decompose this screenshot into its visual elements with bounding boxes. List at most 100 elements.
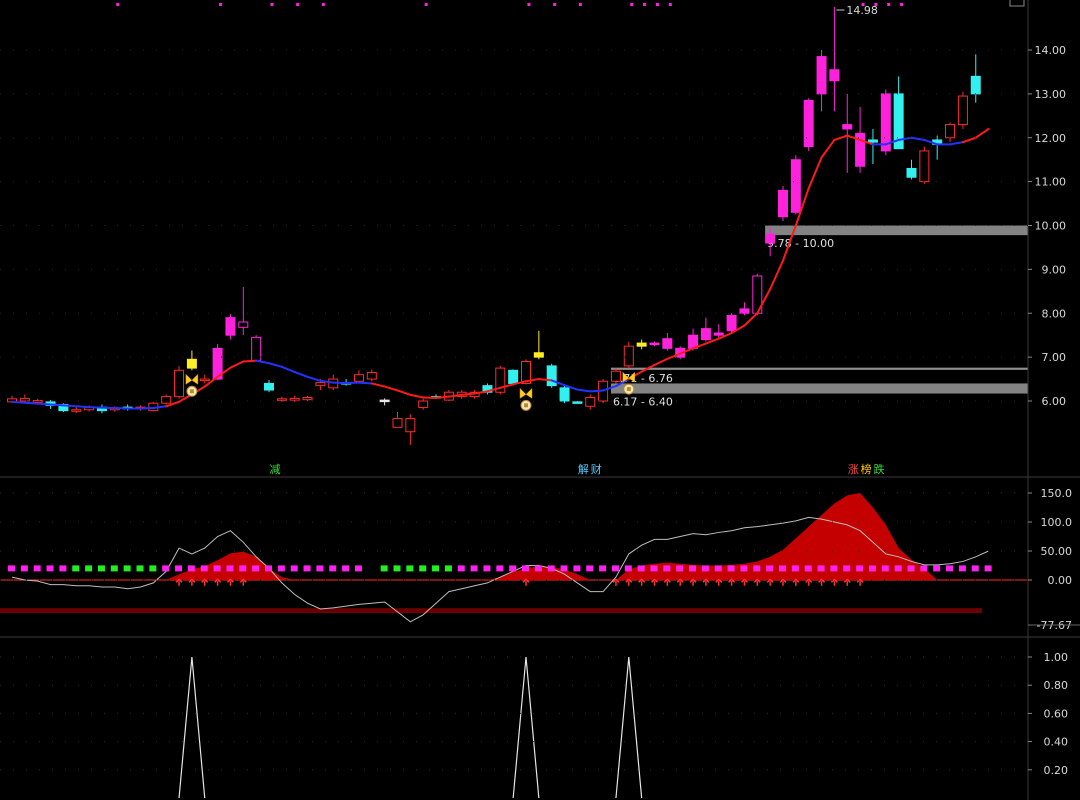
ma-line-segment xyxy=(409,393,425,399)
candle[interactable] xyxy=(264,379,274,393)
candle[interactable] xyxy=(405,414,416,445)
candle[interactable] xyxy=(379,398,390,406)
candle[interactable] xyxy=(623,341,634,369)
candle[interactable] xyxy=(700,317,711,342)
candle[interactable] xyxy=(199,374,210,384)
ma-line-segment xyxy=(974,127,990,139)
signal-label[interactable]: 榜 xyxy=(861,462,872,476)
magenta-block xyxy=(8,565,15,572)
magenta-block xyxy=(946,565,954,572)
candle[interactable] xyxy=(71,407,82,414)
candle[interactable] xyxy=(649,341,660,347)
candle[interactable] xyxy=(225,314,236,340)
candle[interactable] xyxy=(970,54,981,103)
magenta-block xyxy=(984,565,992,572)
candle[interactable] xyxy=(572,401,583,404)
ma-line-segment xyxy=(435,395,450,399)
candle[interactable] xyxy=(778,186,788,222)
candle-body xyxy=(610,370,621,382)
candle[interactable] xyxy=(289,395,300,402)
candle[interactable] xyxy=(161,394,172,405)
ma-line-segment xyxy=(820,138,836,159)
buy-marker-icon[interactable] xyxy=(185,373,199,397)
magenta-block xyxy=(162,565,170,572)
magenta-block xyxy=(522,565,529,572)
candle[interactable] xyxy=(366,369,377,382)
price-tick-label: 14.00 xyxy=(1035,44,1067,57)
price-panel[interactable]: 9.78 - 10.006.71 - 6.766.17 - 6.4014.98减… xyxy=(7,3,1029,476)
signal-label[interactable]: 跌 xyxy=(873,462,884,476)
candle[interactable] xyxy=(713,324,724,338)
signal-label[interactable]: 涨 xyxy=(848,463,859,476)
candle[interactable] xyxy=(418,398,429,410)
candle-body xyxy=(867,139,878,143)
magenta-block xyxy=(239,565,247,572)
candle[interactable] xyxy=(816,50,827,112)
candle[interactable] xyxy=(495,365,506,395)
candle[interactable] xyxy=(957,91,968,129)
candle[interactable] xyxy=(533,330,544,360)
candle[interactable] xyxy=(559,385,570,404)
support-zone xyxy=(610,367,1028,370)
green-block xyxy=(393,565,401,572)
candle-body xyxy=(906,167,917,178)
stock-chart[interactable]: 9.78 - 10.006.71 - 6.766.17 - 6.4014.98减… xyxy=(0,0,1080,800)
candle[interactable] xyxy=(803,98,814,151)
candle-body xyxy=(315,382,326,387)
candle[interactable] xyxy=(302,395,313,401)
top-dot-marker xyxy=(655,3,659,6)
candle[interactable] xyxy=(186,350,197,371)
candle[interactable] xyxy=(276,396,287,402)
magenta-block xyxy=(599,565,607,572)
candle-body xyxy=(289,397,300,401)
magenta-block xyxy=(354,565,362,572)
ma-line-segment xyxy=(306,375,322,382)
magenta-block xyxy=(624,565,632,572)
candle[interactable] xyxy=(662,332,673,351)
candle[interactable] xyxy=(790,155,801,215)
candle-body xyxy=(161,396,172,404)
candle[interactable] xyxy=(880,89,891,156)
magenta-block xyxy=(20,565,28,572)
candle-body xyxy=(585,396,596,407)
ma-line-segment xyxy=(293,371,309,378)
indicator-panel[interactable] xyxy=(0,493,1028,623)
top-dot-marker xyxy=(553,3,557,6)
candle-body xyxy=(405,418,416,433)
green-block xyxy=(97,565,105,572)
ma-line-segment xyxy=(383,385,399,392)
candle[interactable] xyxy=(893,76,904,150)
green-block xyxy=(110,565,118,572)
candle[interactable] xyxy=(353,370,364,384)
buy-marker-icon[interactable] xyxy=(519,387,533,411)
candle[interactable] xyxy=(829,7,840,112)
candle[interactable] xyxy=(238,286,249,336)
candle[interactable] xyxy=(636,339,647,350)
ma-line-segment xyxy=(807,156,823,190)
ma-line-segment xyxy=(653,357,669,367)
spike-panel[interactable] xyxy=(178,656,643,799)
magenta-block xyxy=(637,565,645,572)
candle-body xyxy=(174,369,185,398)
magenta-block xyxy=(611,565,619,572)
candle[interactable] xyxy=(919,146,930,184)
signal-label[interactable]: 减 xyxy=(270,463,281,476)
candle[interactable] xyxy=(867,128,878,165)
candle[interactable] xyxy=(585,394,596,410)
candle[interactable] xyxy=(945,122,956,143)
signal-label[interactable]: 解 xyxy=(578,462,589,476)
magenta-block xyxy=(33,565,41,572)
signal-label[interactable]: 财 xyxy=(591,462,602,476)
candle[interactable] xyxy=(392,411,403,428)
candle[interactable] xyxy=(932,135,943,160)
candle[interactable] xyxy=(546,363,557,388)
candle[interactable] xyxy=(842,93,853,173)
magenta-block xyxy=(701,565,709,572)
candle[interactable] xyxy=(174,365,185,399)
candle[interactable] xyxy=(906,159,917,180)
candle[interactable] xyxy=(251,335,262,362)
candle[interactable] xyxy=(96,404,107,414)
ma-line-segment xyxy=(460,392,476,396)
candle[interactable] xyxy=(610,368,621,384)
candle-body xyxy=(379,399,390,403)
